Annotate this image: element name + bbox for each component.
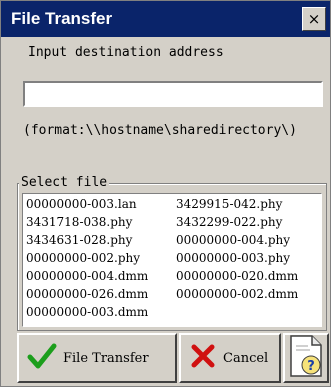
cancel-button[interactable]: Cancel [179,333,281,383]
format-hint: (format:\\hostname\sharedirectory\) [23,123,297,138]
svg-text:?: ? [307,359,315,374]
help-document-icon: ? [288,334,324,383]
file-list-item[interactable]: 00000000-003.dmm [26,304,176,321]
close-button[interactable]: × [302,7,326,31]
x-icon [191,344,215,373]
address-prompt: Input destination address [28,45,224,60]
file-list-item[interactable]: 00000000-002.dmm [176,286,316,303]
file-list-item[interactable]: 3431718-038.phy [26,214,176,231]
checkmark-icon [27,341,57,376]
file-list-item[interactable]: 00000000-004.phy [176,232,316,249]
close-icon: × [307,10,321,28]
file-list[interactable]: 00000000-003.lan 3429915-042.phy 3431718-0… [22,193,322,327]
destination-address-input[interactable] [23,81,323,107]
file-list-item[interactable]: 3434631-028.phy [26,232,176,249]
select-file-label: Select file [19,175,110,190]
title-bar: File Transfer × [1,1,330,37]
file-list-item[interactable]: 00000000-002.phy [26,250,176,267]
window-title: File Transfer [11,9,113,28]
file-transfer-button[interactable]: File Transfer [17,333,177,383]
help-button[interactable]: ? [283,333,329,383]
file-list-item[interactable]: 00000000-004.dmm [26,268,176,285]
file-transfer-label: File Transfer [63,350,149,366]
file-list-item[interactable]: 00000000-003.phy [176,250,316,267]
file-list-item[interactable]: 3429915-042.phy [176,196,316,213]
file-transfer-dialog: File Transfer × Input destination addres… [0,0,331,387]
cancel-label: Cancel [223,350,269,366]
file-list-item[interactable]: 3432299-022.phy [176,214,316,231]
file-grid: 00000000-003.lan 3429915-042.phy 3431718-0… [26,196,320,321]
file-list-item[interactable]: 00000000-026.dmm [26,286,176,303]
file-list-item[interactable]: 00000000-003.lan [26,196,176,213]
file-list-item[interactable]: 00000000-020.dmm [176,268,316,285]
